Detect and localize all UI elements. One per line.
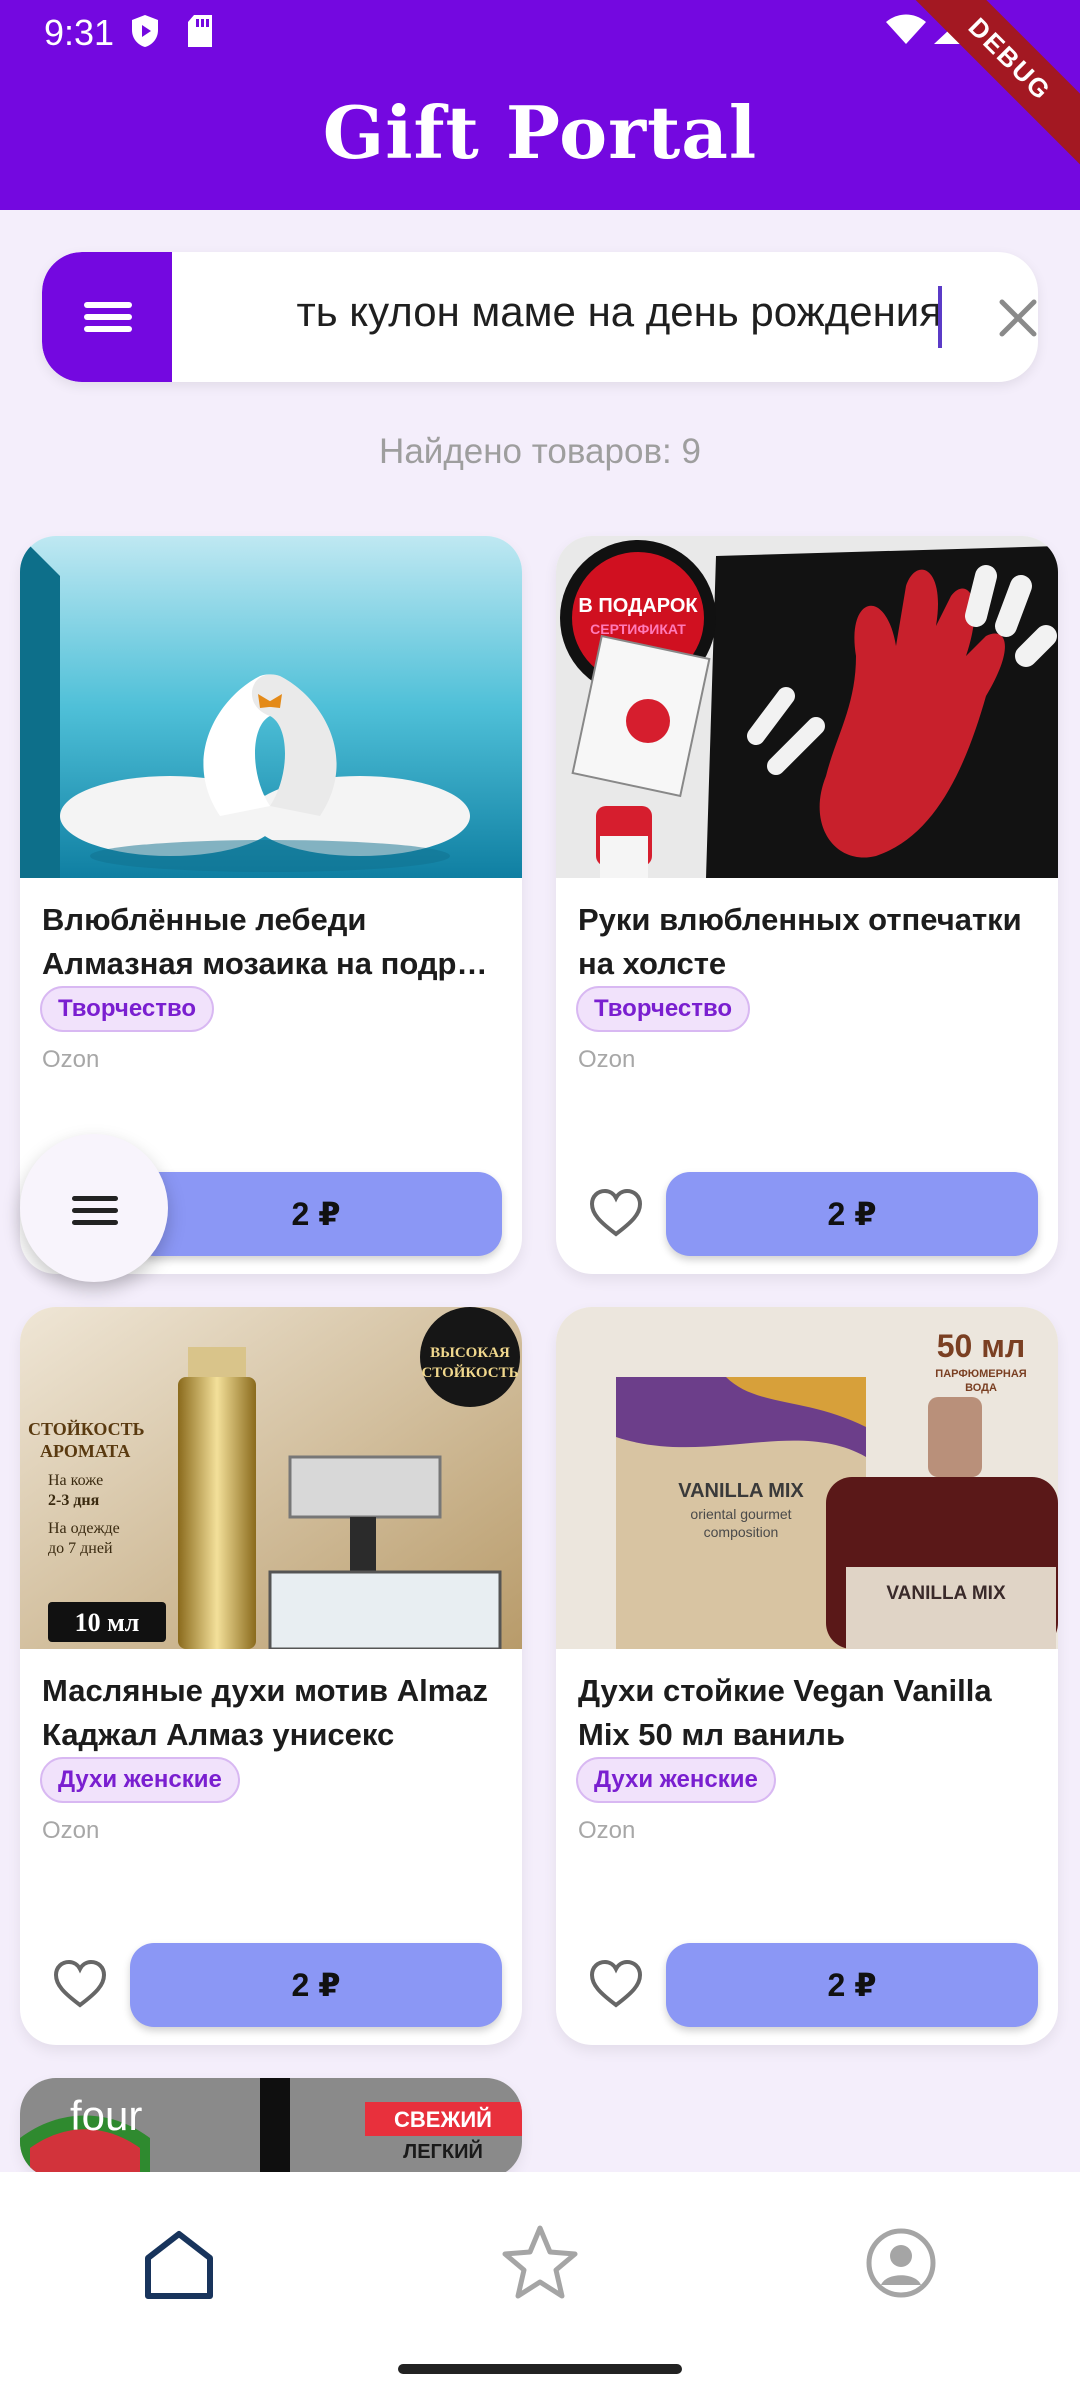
- image-text-2: АРОМАТА: [40, 1441, 130, 1461]
- image-box-sub2: composition: [704, 1524, 779, 1540]
- product-image: four СВЕЖИЙ ЛЕГКИЙ: [20, 2078, 522, 2178]
- search-input[interactable]: ть кулон маме на день рождения: [217, 288, 942, 348]
- image-badge-line2: ЛЕГКИЙ: [403, 2139, 483, 2163]
- image-badge-line1: В ПОДАРОК: [578, 595, 698, 617]
- menu-button[interactable]: [42, 252, 172, 382]
- favorites-icon[interactable]: [495, 2218, 585, 2308]
- image-subtitle2: ВОДА: [965, 1382, 997, 1394]
- menu-icon: [72, 1196, 118, 1201]
- shop-name: Ozon: [42, 1817, 100, 1844]
- price-button[interactable]: 2 ₽: [666, 1172, 1038, 1256]
- category-tag[interactable]: Творчество: [40, 986, 215, 1032]
- status-bar: 9:31: [0, 0, 1080, 64]
- image-seal-line2: СТОЙКОСТЬ: [421, 1364, 518, 1381]
- price-button[interactable]: 2 ₽: [130, 1943, 502, 2027]
- image-seal-line1: ВЫСОКАЯ: [430, 1345, 510, 1361]
- image-volume: 50 мл: [937, 1328, 1025, 1364]
- image-text-3: На коже: [48, 1472, 103, 1489]
- heart-icon[interactable]: [588, 1186, 644, 1242]
- shop-name: Ozon: [42, 1046, 100, 1073]
- image-text-1: СТОЙКОСТЬ: [28, 1418, 145, 1439]
- text-caret: [938, 286, 942, 348]
- image-text-4: 2-3 дня: [48, 1492, 100, 1509]
- app-bar: 9:31 Gift Portal DEBUG: [0, 0, 1080, 210]
- heart-icon[interactable]: [52, 1957, 108, 2013]
- shop-name: Ozon: [578, 1817, 636, 1844]
- product-card-partial[interactable]: four СВЕЖИЙ ЛЕГКИЙ: [20, 2078, 522, 2178]
- floating-menu-button[interactable]: [20, 1134, 168, 1282]
- product-image: В ПОДАРОК СЕРТИФИКАТ: [556, 536, 1058, 878]
- wifi-icon: [886, 14, 926, 44]
- image-volume-badge: 10 мл: [75, 1608, 140, 1637]
- image-badge-line2: СЕРТИФИКАТ: [590, 621, 686, 637]
- heart-icon[interactable]: [588, 1957, 644, 2013]
- close-icon[interactable]: [992, 292, 1038, 344]
- price-button[interactable]: 2 ₽: [130, 1172, 502, 1256]
- search-bar: ть кулон маме на день рождения: [42, 252, 1038, 382]
- results-count: Найдено товаров: 9: [379, 432, 701, 471]
- product-image: [20, 536, 522, 878]
- product-card[interactable]: ВЫСОКАЯ СТОЙКОСТЬ СТОЙКОСТЬ АРОМАТА На к…: [20, 1307, 522, 2045]
- status-time: 9:31: [44, 12, 115, 53]
- profile-icon[interactable]: [856, 2218, 946, 2308]
- menu-icon: [84, 302, 132, 308]
- image-subtitle1: ПАРФЮМЕРНАЯ: [935, 1368, 1026, 1380]
- product-name: Руки влюбленных отпечатки на холсте: [578, 902, 1022, 981]
- product-name: Духи стойкие Vegan Vanilla Mix 50 мл ван…: [578, 1673, 992, 1752]
- page-title: Gift Portal: [322, 90, 758, 175]
- price-button[interactable]: 2 ₽: [666, 1943, 1038, 2027]
- product-name: Влюблённые лебеди Алмазная мозаика на по…: [42, 902, 488, 981]
- shield-icon: [132, 15, 158, 47]
- sd-card-icon: [188, 15, 212, 47]
- category-tag[interactable]: Творчество: [576, 986, 751, 1032]
- product-card[interactable]: VANILLA MIX oriental gourmet composition…: [556, 1307, 1058, 2045]
- product-name: Масляные духи мотив Almaz Каджал Алмаз у…: [42, 1673, 489, 1752]
- image-badge-line1: СВЕЖИЙ: [394, 2107, 492, 2132]
- image-bottle-title: VANILLA MIX: [886, 1583, 1006, 1604]
- gesture-bar: [398, 2364, 682, 2374]
- category-tag[interactable]: Духи женские: [40, 1757, 240, 1803]
- category-tag[interactable]: Духи женские: [576, 1757, 776, 1803]
- image-box-sub1: oriental gourmet: [690, 1506, 791, 1522]
- image-brand: four: [70, 2092, 142, 2139]
- search-input-text: ть кулон маме на день рождения: [296, 288, 942, 335]
- product-image: VANILLA MIX oriental gourmet composition…: [556, 1307, 1058, 1649]
- product-image: ВЫСОКАЯ СТОЙКОСТЬ СТОЙКОСТЬ АРОМАТА На к…: [20, 1307, 522, 1649]
- product-card[interactable]: В ПОДАРОК СЕРТИФИКАТ Руки влюбленных отп…: [556, 536, 1058, 1274]
- home-icon[interactable]: [134, 2218, 224, 2308]
- image-text-5: На одежде: [48, 1520, 120, 1537]
- image-box-title: VANILLA MIX: [678, 1480, 804, 1502]
- image-text-6: до 7 дней: [48, 1540, 113, 1557]
- shop-name: Ozon: [578, 1046, 636, 1073]
